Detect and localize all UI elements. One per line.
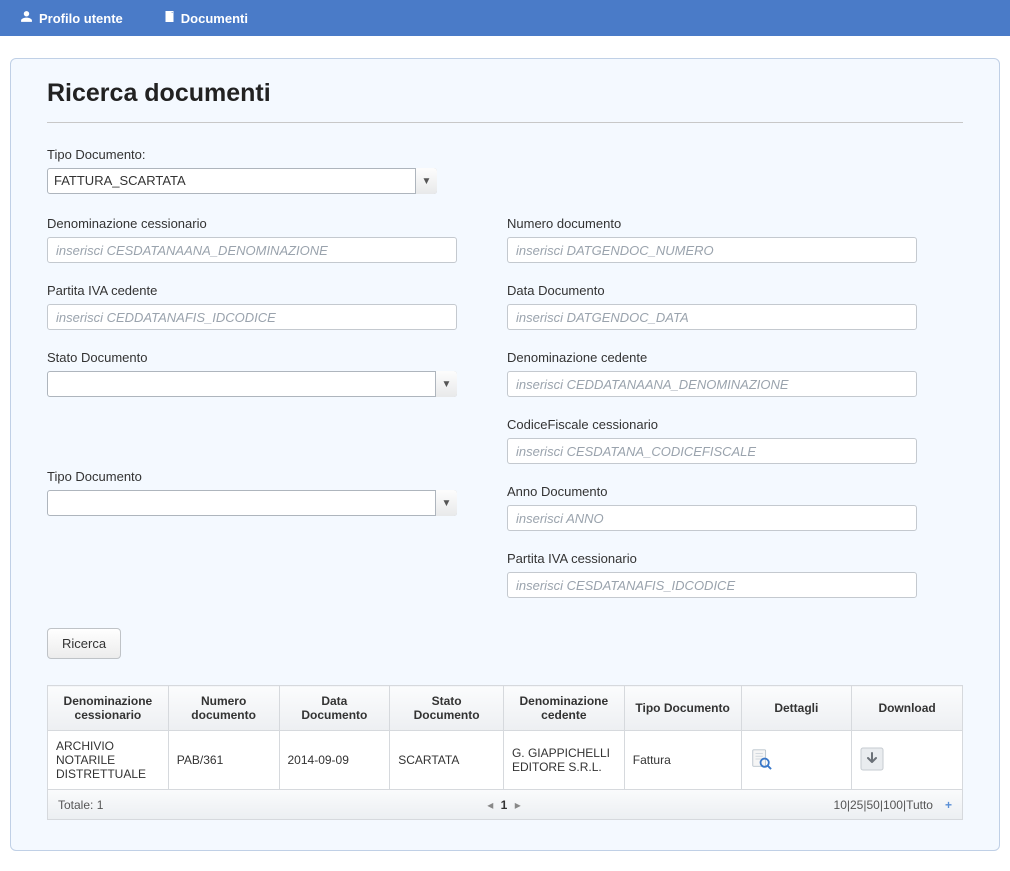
input-numero-documento[interactable] — [507, 237, 917, 263]
th-tipo-documento[interactable]: Tipo Documento — [624, 686, 741, 731]
search-button[interactable]: Ricerca — [47, 628, 121, 659]
th-download: Download — [852, 686, 963, 731]
current-page: 1 — [501, 798, 510, 812]
cell-numero-documento: PAB/361 — [168, 731, 279, 790]
table-total: Totale: 1 — [58, 798, 356, 812]
field-tipo-documento-bottom: Tipo Documento ▼ — [47, 469, 457, 516]
cell-tipo-documento: Fattura — [624, 731, 741, 790]
field-denominazione-cessionario: Denominazione cessionario — [47, 216, 457, 263]
th-dettagli: Dettagli — [741, 686, 852, 731]
table-row: ARCHIVIO NOTARILE DISTRETTUALE PAB/361 2… — [48, 731, 963, 790]
input-partita-iva-cessionario[interactable] — [507, 572, 917, 598]
nav-documents[interactable]: Documenti — [163, 10, 248, 26]
plus-icon[interactable]: + — [945, 798, 952, 812]
label-anno-documento: Anno Documento — [507, 484, 917, 499]
select-tipo-documento-bottom[interactable]: ▼ — [47, 490, 457, 516]
page-title: Ricerca documenti — [47, 79, 963, 123]
table-pagesize: 10|25|50|100|Tutto + — [654, 798, 952, 812]
page-prev-icon[interactable]: ◂ — [487, 798, 495, 812]
select-tipo-documento-bottom-value — [47, 490, 457, 516]
nav-profile-label: Profilo utente — [39, 11, 123, 26]
th-stato-documento[interactable]: Stato Documento — [390, 686, 504, 731]
select-tipo-documento-top[interactable]: FATTURA_SCARTATA ▼ — [47, 168, 437, 194]
page-wrapper: Ricerca documenti Tipo Documento: FATTUR… — [0, 36, 1010, 871]
field-partita-iva-cedente: Partita IVA cedente — [47, 283, 457, 330]
cell-denominazione-cessionario: ARCHIVIO NOTARILE DISTRETTUALE — [48, 731, 169, 790]
label-codice-fiscale-cessionario: CodiceFiscale cessionario — [507, 417, 917, 432]
form-col-right: Numero documento Data Documento Denomina… — [507, 216, 917, 618]
detail-icon[interactable] — [750, 748, 772, 773]
table-paginator[interactable]: ◂ 1 ▸ — [356, 798, 654, 812]
table-header-row: Denominazione cessionario Numero documen… — [48, 686, 963, 731]
label-numero-documento: Numero documento — [507, 216, 917, 231]
th-numero-documento[interactable]: Numero documento — [168, 686, 279, 731]
label-partita-iva-cedente: Partita IVA cedente — [47, 283, 457, 298]
cell-denominazione-cedente: G. GIAPPICHELLI EDITORE S.R.L. — [503, 731, 624, 790]
document-icon — [163, 10, 175, 26]
page-next-icon[interactable]: ▸ — [515, 798, 523, 812]
label-tipo-documento-top: Tipo Documento: — [47, 147, 963, 162]
field-numero-documento: Numero documento — [507, 216, 917, 263]
label-denominazione-cedente: Denominazione cedente — [507, 350, 917, 365]
input-anno-documento[interactable] — [507, 505, 917, 531]
label-stato-documento: Stato Documento — [47, 350, 457, 365]
field-data-documento: Data Documento — [507, 283, 917, 330]
input-partita-iva-cedente[interactable] — [47, 304, 457, 330]
th-denominazione-cessionario[interactable]: Denominazione cessionario — [48, 686, 169, 731]
nav-documents-label: Documenti — [181, 11, 248, 26]
nav-profile[interactable]: Profilo utente — [20, 10, 123, 26]
label-tipo-documento-bottom: Tipo Documento — [47, 469, 457, 484]
top-nav: Profilo utente Documenti — [0, 0, 1010, 36]
results-table: Denominazione cessionario Numero documen… — [47, 685, 963, 790]
select-stato-documento-value — [47, 371, 457, 397]
page-sizes[interactable]: 10|25|50|100|Tutto — [834, 798, 933, 812]
th-denominazione-cedente[interactable]: Denominazione cedente — [503, 686, 624, 731]
label-data-documento: Data Documento — [507, 283, 917, 298]
label-denominazione-cessionario: Denominazione cessionario — [47, 216, 457, 231]
input-denominazione-cedente[interactable] — [507, 371, 917, 397]
field-denominazione-cedente: Denominazione cedente — [507, 350, 917, 397]
th-data-documento[interactable]: Data Documento — [279, 686, 390, 731]
download-icon[interactable] — [860, 747, 884, 774]
field-stato-documento: Stato Documento ▼ — [47, 350, 457, 397]
input-codice-fiscale-cessionario[interactable] — [507, 438, 917, 464]
select-stato-documento[interactable]: ▼ — [47, 371, 457, 397]
table-footer: Totale: 1 ◂ 1 ▸ 10|25|50|100|Tutto + — [47, 790, 963, 820]
cell-dettagli — [741, 731, 852, 790]
field-codice-fiscale-cessionario: CodiceFiscale cessionario — [507, 417, 917, 464]
form-col-left: Denominazione cessionario Partita IVA ce… — [47, 216, 457, 618]
label-partita-iva-cessionario: Partita IVA cessionario — [507, 551, 917, 566]
field-anno-documento: Anno Documento — [507, 484, 917, 531]
field-tipo-documento-top: Tipo Documento: FATTURA_SCARTATA ▼ — [47, 147, 963, 194]
input-denominazione-cessionario[interactable] — [47, 237, 457, 263]
field-partita-iva-cessionario: Partita IVA cessionario — [507, 551, 917, 598]
select-tipo-documento-top-value: FATTURA_SCARTATA — [47, 168, 437, 194]
cell-stato-documento: SCARTATA — [390, 731, 504, 790]
user-icon — [20, 10, 33, 26]
cell-data-documento: 2014-09-09 — [279, 731, 390, 790]
main-panel: Ricerca documenti Tipo Documento: FATTUR… — [10, 58, 1000, 851]
form-columns: Denominazione cessionario Partita IVA ce… — [47, 216, 963, 618]
cell-download — [852, 731, 963, 790]
input-data-documento[interactable] — [507, 304, 917, 330]
